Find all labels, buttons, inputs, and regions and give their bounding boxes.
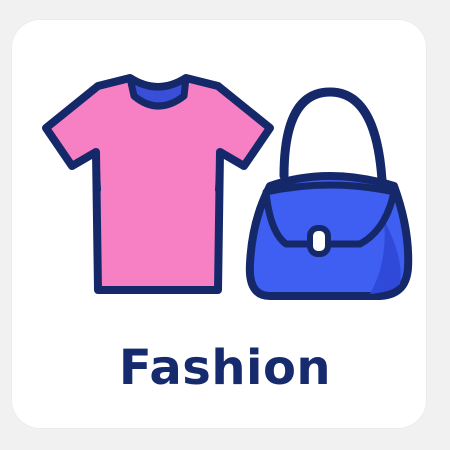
- clasp-icon: [307, 225, 331, 257]
- category-label: Fashion: [118, 340, 332, 396]
- handbag-icon: [245, 87, 413, 300]
- t-shirt-icon: [42, 74, 274, 294]
